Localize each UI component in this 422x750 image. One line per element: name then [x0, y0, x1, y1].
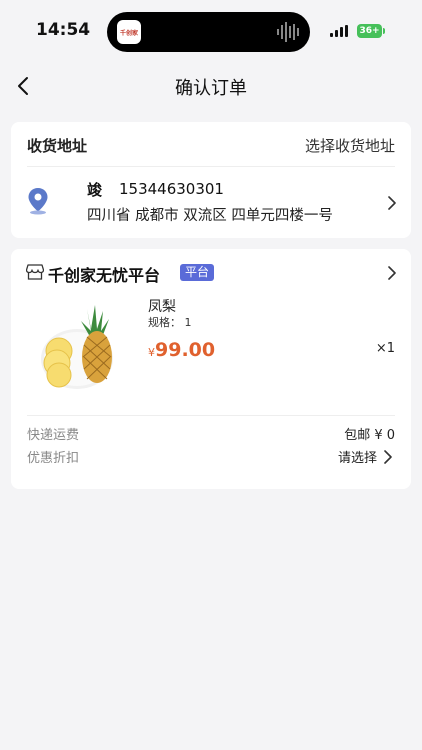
app-logo-text: 千创家: [119, 29, 138, 37]
discount-select[interactable]: 请选择: [338, 447, 377, 466]
nav-bar: 确认订单: [0, 64, 422, 108]
discount-row[interactable]: 优惠折扣 请选择: [27, 447, 395, 467]
address-section-label: 收货地址: [27, 137, 88, 155]
platform-badge: 平台: [180, 264, 215, 281]
audio-waveform-icon: [277, 22, 299, 42]
chevron-right-icon: [384, 450, 392, 464]
select-address-button[interactable]: 选择收货地址: [305, 135, 395, 156]
shop-name: 千创家无忧平台: [48, 266, 161, 285]
cellular-signal-icon: [330, 25, 348, 37]
product-image: [41, 305, 113, 389]
address-header: 收货地址 选择收货地址: [27, 122, 395, 167]
product-spec: 规格： 1: [148, 316, 192, 329]
shop-icon: [26, 264, 44, 280]
recipient-name: 竣: [87, 181, 103, 199]
recipient-phone: 15344630301: [119, 180, 224, 198]
currency-symbol: ¥: [148, 346, 155, 359]
order-card: 千创家无忧平台 平台 凤梨 规格： 1 ¥99.00 ×1 快递运费 包邮 ¥ …: [11, 249, 411, 489]
shipping-row: 快递运费 包邮 ¥ 0: [27, 424, 395, 444]
discount-label: 优惠折扣: [27, 451, 80, 466]
chevron-right-icon: [388, 266, 396, 280]
shipping-label: 快递运费: [27, 428, 80, 443]
product-price: ¥99.00: [148, 339, 215, 361]
address-line: 四川省 成都市 双流区 四单元四楼一号: [87, 208, 333, 224]
address-card: 收货地址 选择收货地址 竣 15344630301 四川省 成都市 双流区 四单…: [11, 122, 411, 238]
status-time: 14:54: [36, 20, 91, 40]
chevron-right-icon: [388, 196, 396, 210]
dynamic-island: 千创家: [107, 12, 310, 52]
battery-tip: [383, 28, 385, 34]
divider: [27, 415, 395, 416]
shop-row[interactable]: 千创家无忧平台 平台: [11, 249, 411, 295]
app-logo-icon: 千创家: [117, 20, 141, 44]
battery-icon: 36+: [357, 24, 382, 38]
page-title: 确认订单: [175, 78, 247, 99]
status-bar: 14:54 千创家 36+: [0, 0, 422, 62]
product-name: 凤梨: [148, 299, 176, 315]
location-pin-icon: [28, 188, 48, 215]
product-quantity: ×1: [375, 341, 395, 356]
price-amount: 99.00: [155, 339, 216, 361]
address-row[interactable]: 竣 15344630301 四川省 成都市 双流区 四单元四楼一号: [11, 167, 411, 237]
shipping-value: 包邮 ¥ 0: [344, 428, 395, 443]
